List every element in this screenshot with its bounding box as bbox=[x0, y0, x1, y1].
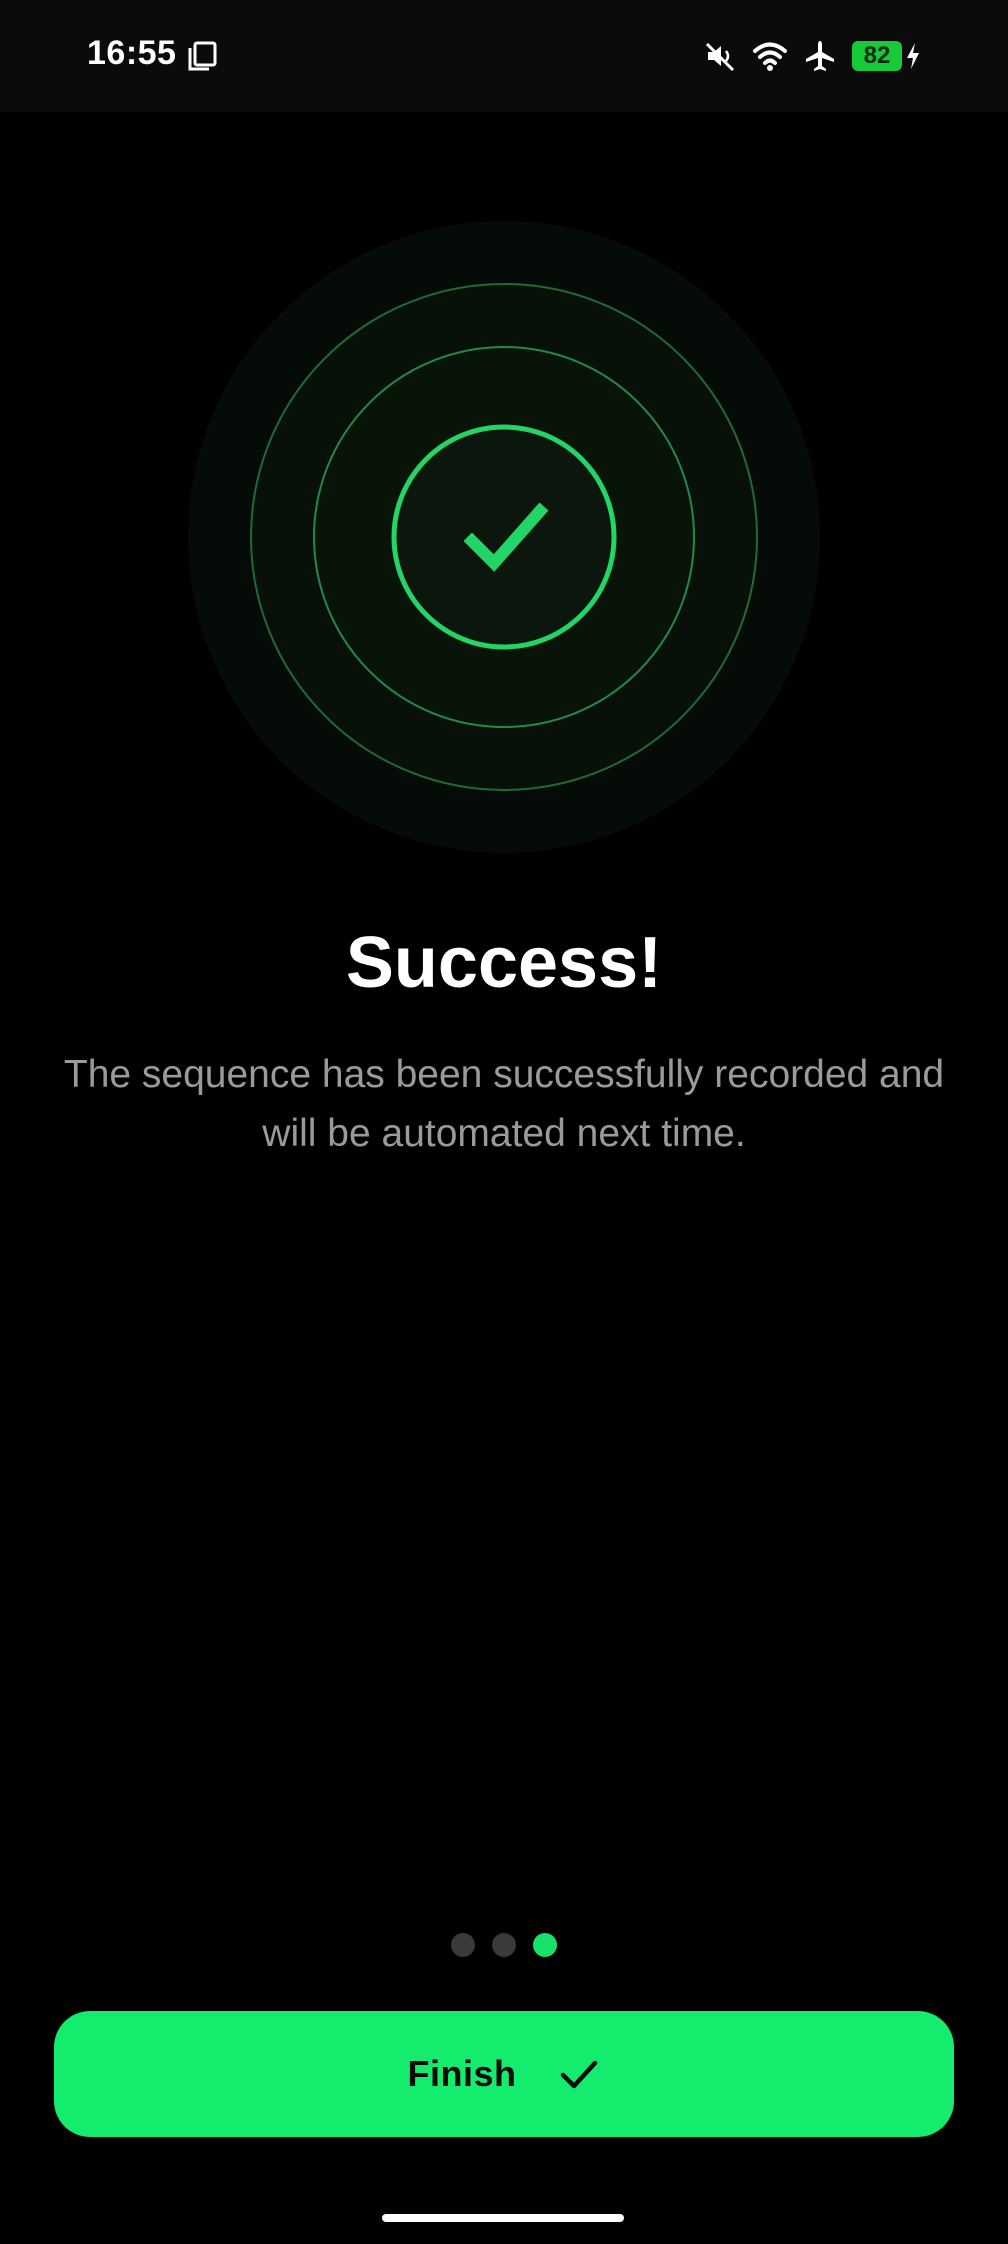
success-graphic bbox=[188, 221, 820, 853]
page-dot-2 bbox=[492, 1933, 516, 1957]
screenshot-icon bbox=[188, 41, 217, 71]
status-bar: 16:55 82 bbox=[0, 0, 1008, 112]
ring-inner bbox=[391, 424, 617, 650]
battery-icon: 82 bbox=[852, 41, 902, 71]
page-dot-3-active bbox=[533, 1933, 557, 1957]
home-indicator[interactable] bbox=[382, 2214, 624, 2222]
charging-bolt-icon bbox=[907, 43, 919, 69]
page-indicator bbox=[0, 1933, 1008, 1957]
page-dot-1 bbox=[451, 1933, 475, 1957]
mute-icon bbox=[705, 42, 735, 72]
status-icons: 82 bbox=[702, 36, 922, 76]
status-time: 16:55 bbox=[87, 34, 177, 72]
battery-level: 82 bbox=[863, 42, 891, 69]
checkmark-icon bbox=[560, 2060, 597, 2089]
wifi-icon bbox=[753, 42, 787, 71]
page-subtitle: The sequence has been successfully recor… bbox=[63, 1053, 945, 1155]
battery-indicator: 82 bbox=[852, 41, 922, 71]
finish-label: Finish bbox=[407, 2053, 517, 2094]
airplane-icon bbox=[806, 41, 834, 71]
finish-button[interactable]: Finish bbox=[54, 2011, 954, 2137]
page-title: Success! bbox=[345, 923, 663, 1003]
